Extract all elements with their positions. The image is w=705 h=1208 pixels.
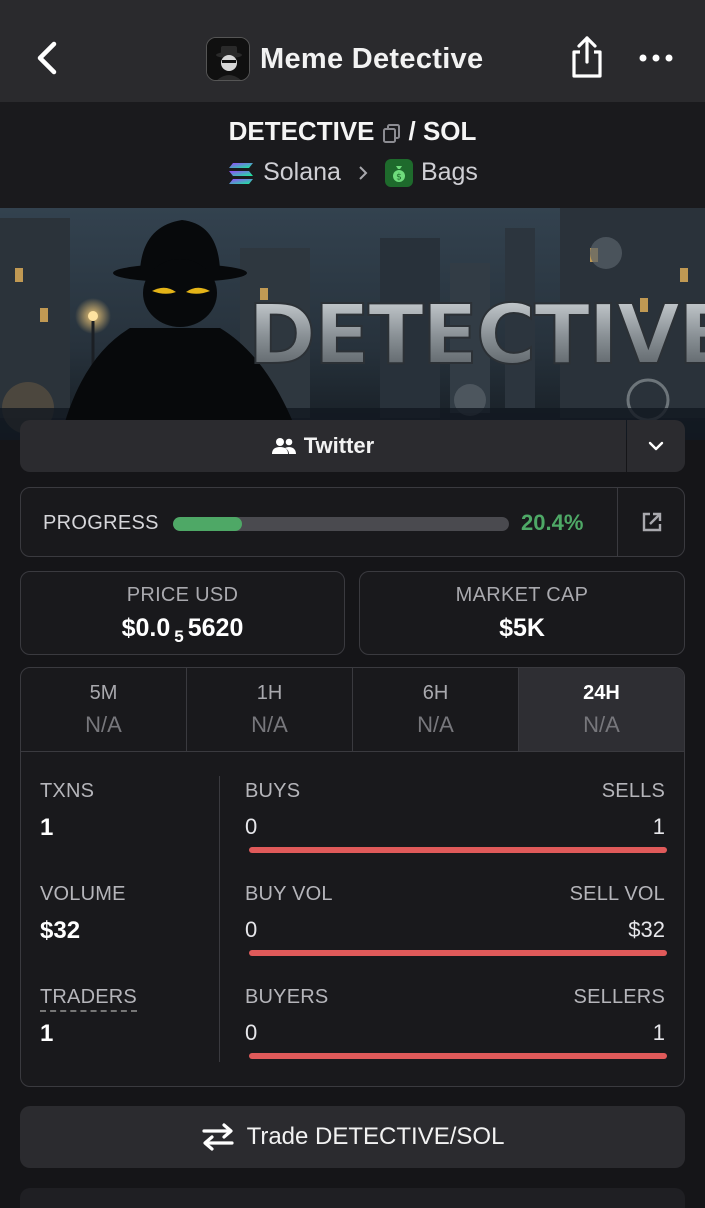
buyers-label: BUYERS — [245, 986, 329, 1008]
pair-header: DETECTIVE / SOL Solana $ Bags — [0, 102, 705, 208]
traders-ratio-bar — [249, 1053, 667, 1059]
app-title: Meme Detective — [206, 36, 483, 82]
tab-change: N/A — [583, 712, 620, 737]
buys-sells-ratio-bar — [249, 847, 667, 853]
chain-breadcrumb: Solana $ Bags — [0, 158, 705, 187]
price-suffix: 5620 — [187, 614, 244, 642]
tab-change: N/A — [251, 712, 288, 737]
app-name: Meme Detective — [260, 42, 484, 75]
top-bar: Meme Detective — [0, 0, 705, 102]
token-banner: DETECTIVE — [0, 208, 705, 440]
progress-label: PROGRESS — [43, 512, 159, 534]
progress-bar — [173, 517, 509, 531]
price-usd-label: PRICE USD — [126, 584, 239, 606]
twitter-label: Twitter — [303, 433, 375, 458]
tab-label: 5M — [89, 682, 118, 704]
price-zero-count: 5 — [174, 627, 184, 646]
copy-icon[interactable] — [381, 122, 403, 144]
timeframe-stats-card: 5M N/A 1H N/A 6H N/A 24H N/A TXNS 1 BUYS… — [20, 667, 685, 1087]
buy-vol-value: 0 — [245, 917, 258, 942]
trade-label: Trade DETECTIVE/SOL — [246, 1123, 505, 1150]
market-cap-label: MARKET CAP — [455, 584, 589, 606]
volume-value: $32 — [40, 917, 81, 944]
share-icon[interactable] — [568, 34, 606, 80]
tab-label: 6H — [422, 682, 449, 704]
quote-symbol: SOL — [422, 116, 477, 146]
tab-5m[interactable]: 5M N/A — [21, 668, 187, 751]
external-link-icon[interactable] — [640, 510, 664, 534]
chevron-down-icon — [648, 441, 664, 451]
sell-vol-label: SELL VOL — [569, 883, 665, 905]
chevron-right-icon — [359, 165, 368, 180]
twitter-button[interactable]: Twitter — [20, 420, 626, 472]
market-cap-card: MARKET CAP $5K — [359, 571, 685, 655]
txns-label: TXNS — [40, 780, 95, 802]
chain-name[interactable]: Solana — [263, 158, 341, 187]
tab-label: 1H — [256, 682, 283, 704]
tab-change: N/A — [417, 712, 454, 737]
dex-name[interactable]: Bags — [421, 158, 478, 187]
buy-vol-label: BUY VOL — [245, 883, 333, 905]
sellers-value: 1 — [652, 1020, 665, 1045]
next-section-edge — [20, 1188, 685, 1208]
tab-1h[interactable]: 1H N/A — [187, 668, 353, 751]
traders-label[interactable]: TRADERS — [40, 986, 137, 1012]
base-symbol: DETECTIVE — [228, 116, 375, 146]
users-icon — [271, 438, 296, 454]
banner-text: DETECTIVE — [248, 288, 705, 383]
timeframe-tabs: 5M N/A 1H N/A 6H N/A 24H N/A — [21, 668, 684, 752]
banner-illustration: DETECTIVE — [0, 208, 705, 440]
price-usd-card: PRICE USD $0.0 5 5620 — [20, 571, 345, 655]
socials-dropdown-button[interactable] — [627, 420, 685, 472]
market-cap-value: $5K — [499, 614, 545, 642]
buys-label: BUYS — [245, 780, 301, 802]
tab-change: N/A — [85, 712, 122, 737]
volume-ratio-bar — [249, 950, 667, 956]
sell-vol-value: $32 — [628, 917, 665, 942]
swap-icon — [201, 1123, 234, 1151]
pair-title: DETECTIVE / SOL — [0, 116, 705, 147]
sells-label: SELLS — [601, 780, 665, 802]
buyers-value: 0 — [245, 1020, 258, 1045]
buys-value: 0 — [245, 814, 258, 839]
price-prefix: $0.0 — [121, 614, 171, 642]
tab-label: 24H — [583, 682, 620, 704]
svg-text:$: $ — [396, 172, 402, 182]
app-logo-icon — [206, 37, 250, 81]
volume-label: VOLUME — [40, 883, 126, 905]
sells-value: 1 — [652, 814, 665, 839]
back-arrow-icon[interactable] — [28, 36, 68, 80]
progress-bar-fill — [173, 517, 242, 531]
money-bag-icon: $ — [384, 158, 413, 187]
progress-percent: 20.4% — [521, 510, 584, 535]
divider — [617, 488, 618, 556]
tab-24h[interactable]: 24H N/A — [519, 668, 684, 751]
progress-card: PROGRESS 20.4% — [20, 487, 685, 557]
solana-icon — [229, 162, 254, 184]
more-icon[interactable] — [636, 48, 676, 68]
pair-separator: / — [408, 116, 416, 146]
traders-value: 1 — [40, 1020, 54, 1047]
tab-6h[interactable]: 6H N/A — [353, 668, 519, 751]
sellers-label: SELLERS — [573, 986, 665, 1008]
divider — [219, 776, 220, 1062]
trade-button[interactable]: Trade DETECTIVE/SOL — [20, 1106, 685, 1168]
price-usd-value: $0.0 5 5620 — [21, 614, 344, 647]
txns-value: 1 — [40, 814, 54, 841]
